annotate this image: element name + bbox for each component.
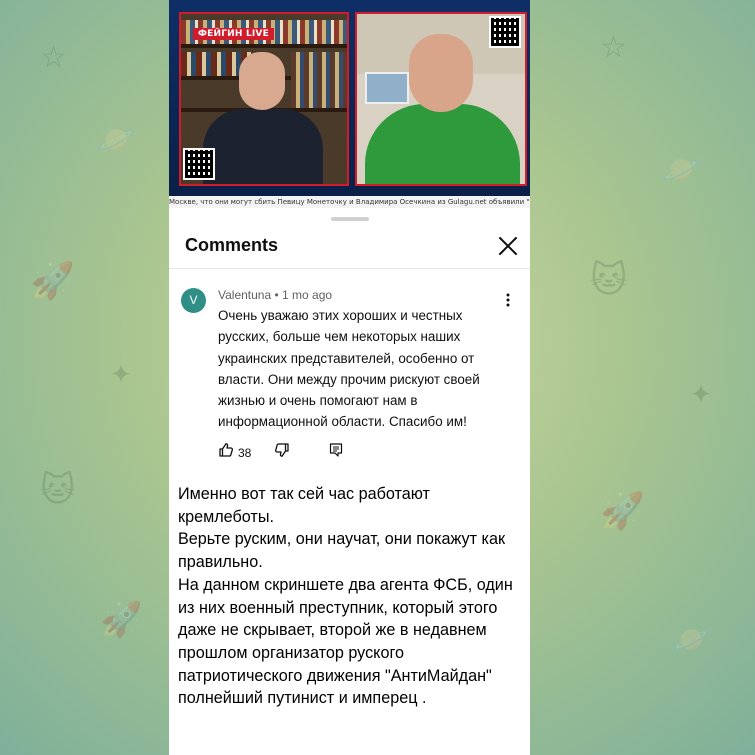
qr-code-left (183, 148, 215, 180)
background-doodle-rocket-icon: 🚀 (30, 261, 75, 302)
meta-separator: • (271, 288, 283, 302)
video-panel-host: ФЕЙГИН LIVE (179, 12, 349, 186)
reply-comment-icon (328, 442, 344, 463)
thumbs-up-icon (218, 442, 234, 463)
background-doodle-planet-icon: 🪐 (95, 120, 138, 160)
comment-text: Очень уважаю этих хороших и честных русс… (218, 308, 480, 430)
like-count: 38 (238, 445, 252, 460)
thumbs-down-icon (274, 442, 290, 463)
video-player[interactable]: ФЕЙГИН LIVE Москве, что они могут сбить … (169, 0, 530, 208)
screenshot-frame: ФЕЙГИН LIVE Москве, что они могут сбить … (169, 0, 530, 755)
post-line: Верьте руским, они научат, они покажут к… (178, 530, 506, 572)
background-doodle-star-icon: ☆ (40, 40, 67, 75)
close-icon[interactable] (497, 235, 519, 257)
background-doodle-cat-icon: 🐱 (590, 260, 628, 301)
background-doodle-star-icon: ☆ (600, 30, 627, 65)
comments-title: Comments (185, 235, 279, 255)
news-ticker: Москве, что они могут сбить Певицу Монет… (169, 196, 530, 208)
post-text: Именно вот так сей час работают кремлебо… (178, 483, 523, 710)
background-doodle-rocket-icon: 🚀 (600, 491, 645, 532)
reply-button[interactable] (328, 442, 344, 463)
background-doodle-planet-icon: 🪐 (670, 620, 713, 660)
comment-actions: 38 (218, 442, 498, 460)
background-doodle-star-icon: ✦ (690, 380, 712, 410)
drag-handle[interactable] (331, 217, 369, 221)
comment-author[interactable]: Valentuna (218, 288, 271, 302)
background-doodle-star-icon: ✦ (110, 360, 132, 390)
host-figure (203, 109, 323, 184)
like-button[interactable]: 38 (218, 442, 251, 463)
comment-meta: Valentuna • 1 mo ago (218, 288, 332, 302)
post-line: Именно вот так сей час работают кремлебо… (178, 485, 430, 526)
qr-code-right (489, 16, 521, 48)
comments-sheet: Comments V Valentuna • 1 mo ago Очень ув… (169, 208, 530, 466)
divider (169, 268, 530, 269)
dislike-button[interactable] (274, 442, 290, 463)
live-badge: ФЕЙГИН LIVE (193, 28, 274, 40)
background-doodle-planet-icon: 🪐 (660, 150, 703, 190)
avatar[interactable]: V (181, 288, 206, 313)
guest-figure (365, 104, 520, 184)
post-line: На данном скриншете два агента ФСБ, один… (178, 575, 513, 708)
background-doodle-cat-icon: 🐱 (40, 470, 76, 510)
background-doodle-rocket-icon: 🚀 (100, 600, 143, 640)
comment-time: 1 mo ago (282, 288, 333, 302)
video-panel-guest (355, 12, 527, 186)
